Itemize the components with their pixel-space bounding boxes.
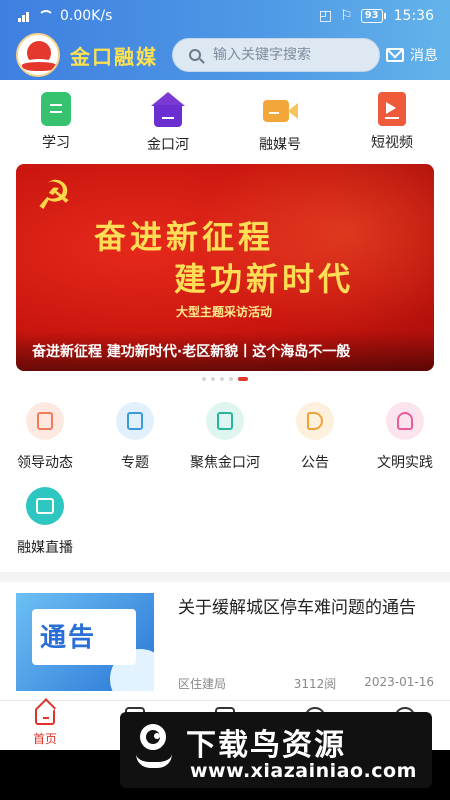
messages-button[interactable]: 消息 bbox=[386, 45, 438, 65]
banner-headline-1: 奋进新征程 bbox=[94, 218, 275, 256]
search-box[interactable] bbox=[172, 38, 380, 72]
category-label: 学习 bbox=[42, 135, 70, 151]
watermark: 下载鸟资源 www.xiazainiao.com bbox=[120, 712, 432, 788]
news-source: 区住建局 bbox=[178, 677, 227, 691]
service-label: 领导动态 bbox=[17, 455, 73, 471]
category-label: 融媒号 bbox=[259, 137, 301, 153]
service-leader-news[interactable]: 领导动态 bbox=[0, 402, 90, 472]
category-jinkouhe[interactable]: 金口河 bbox=[112, 92, 224, 154]
service-label: 文明实践 bbox=[377, 455, 433, 471]
watermark-url: www.xiazainiao.com bbox=[190, 760, 417, 782]
focus-document-icon bbox=[206, 402, 244, 440]
banner-caption: 奋进新征程 建功新时代·老区新貌丨这个海岛不一般 bbox=[32, 344, 351, 360]
service-announcement[interactable]: 公告 bbox=[270, 402, 360, 472]
news-meta: 区住建局 3112阅 2023-01-16 bbox=[178, 675, 434, 692]
tab-home-label: 首页 bbox=[32, 732, 57, 746]
watermark-title: 下载鸟资源 bbox=[186, 728, 346, 763]
category-label: 短视频 bbox=[371, 135, 413, 151]
carousel-dot[interactable] bbox=[220, 377, 224, 381]
topic-icon bbox=[116, 402, 154, 440]
banner-headline-2: 建功新时代 bbox=[174, 260, 355, 298]
home-icon bbox=[35, 707, 55, 725]
carousel-dot[interactable] bbox=[202, 377, 206, 381]
carousel-dot-active[interactable] bbox=[238, 377, 248, 381]
news-date: 2023-01-16 bbox=[364, 675, 434, 689]
search-icon bbox=[189, 49, 201, 61]
headphones-icon: ◰ bbox=[318, 8, 333, 24]
envelope-icon bbox=[386, 48, 404, 62]
service-civilization[interactable]: 文明实践 bbox=[360, 402, 450, 472]
section-divider bbox=[0, 572, 450, 582]
status-bar: 0.00K/s ◰ ⚐ 93 15:36 bbox=[0, 0, 450, 32]
battery-level: 93 bbox=[360, 9, 383, 23]
house-icon bbox=[151, 92, 185, 128]
category-study[interactable]: 学习 bbox=[0, 92, 112, 154]
megaphone-icon bbox=[296, 402, 334, 440]
study-icon bbox=[41, 92, 71, 126]
service-grid: 领导动态 专题 聚焦金口河 公告 文明实践 bbox=[0, 402, 450, 472]
network-speed: 0.00K/s bbox=[60, 8, 113, 24]
video-icon bbox=[378, 92, 406, 126]
carousel-indicator bbox=[0, 377, 450, 381]
app-header: 金口融媒 消息 bbox=[0, 32, 450, 78]
carousel-dot[interactable] bbox=[229, 377, 233, 381]
hammer-sickle-icon: ☭ bbox=[36, 173, 72, 219]
service-grid-row-2: 融媒直播 bbox=[0, 487, 450, 557]
news-title: 关于缓解城区停车难问题的通告 bbox=[178, 598, 416, 618]
app-logo-icon bbox=[16, 33, 60, 77]
service-label: 融媒直播 bbox=[17, 540, 73, 556]
bird-logo-icon bbox=[136, 724, 174, 774]
camera-icon bbox=[263, 92, 298, 128]
category-media-account[interactable]: 融媒号 bbox=[224, 92, 336, 154]
leader-news-icon bbox=[26, 402, 64, 440]
category-label: 金口河 bbox=[147, 137, 189, 153]
banner-subtitle: 大型主题采访活动 bbox=[176, 305, 273, 319]
service-label: 专题 bbox=[121, 455, 149, 471]
category-short-video[interactable]: 短视频 bbox=[336, 92, 448, 154]
civilization-icon bbox=[386, 402, 424, 440]
tab-home[interactable]: 首页 bbox=[0, 701, 90, 750]
service-live-stream[interactable]: 融媒直播 bbox=[0, 487, 90, 557]
service-focus[interactable]: 聚焦金口河 bbox=[180, 402, 270, 472]
carousel-dot[interactable] bbox=[211, 377, 215, 381]
live-stream-icon bbox=[26, 487, 64, 525]
top-bar: 0.00K/s ◰ ⚐ 93 15:36 金口融媒 消息 bbox=[0, 0, 450, 80]
clock: 15:36 bbox=[393, 8, 434, 24]
service-topic[interactable]: 专题 bbox=[90, 402, 180, 472]
news-item[interactable]: 通告 关于缓解城区停车难问题的通告 区住建局 3112阅 2023-01-16 bbox=[16, 593, 434, 693]
search-input[interactable] bbox=[213, 47, 363, 63]
news-views: 3112阅 bbox=[293, 677, 337, 691]
carousel-banner[interactable]: ☭ 奋进新征程 建功新时代 大型主题采访活动 奋进新征程 建功新时代·老区新貌丨… bbox=[16, 164, 434, 371]
top-category-row: 学习 金口河 融媒号 短视频 bbox=[0, 92, 450, 154]
messages-label: 消息 bbox=[410, 48, 438, 64]
thumbnail-text: 通告 bbox=[40, 623, 97, 653]
brand-title: 金口融媒 bbox=[70, 44, 158, 69]
service-label: 聚焦金口河 bbox=[190, 455, 260, 471]
battery-icon: 93 bbox=[360, 9, 386, 23]
news-thumbnail: 通告 bbox=[16, 593, 154, 691]
signal-icon bbox=[18, 10, 32, 22]
service-label: 公告 bbox=[301, 455, 329, 471]
wifi-icon bbox=[38, 10, 54, 22]
mute-icon: ⚐ bbox=[340, 8, 353, 24]
